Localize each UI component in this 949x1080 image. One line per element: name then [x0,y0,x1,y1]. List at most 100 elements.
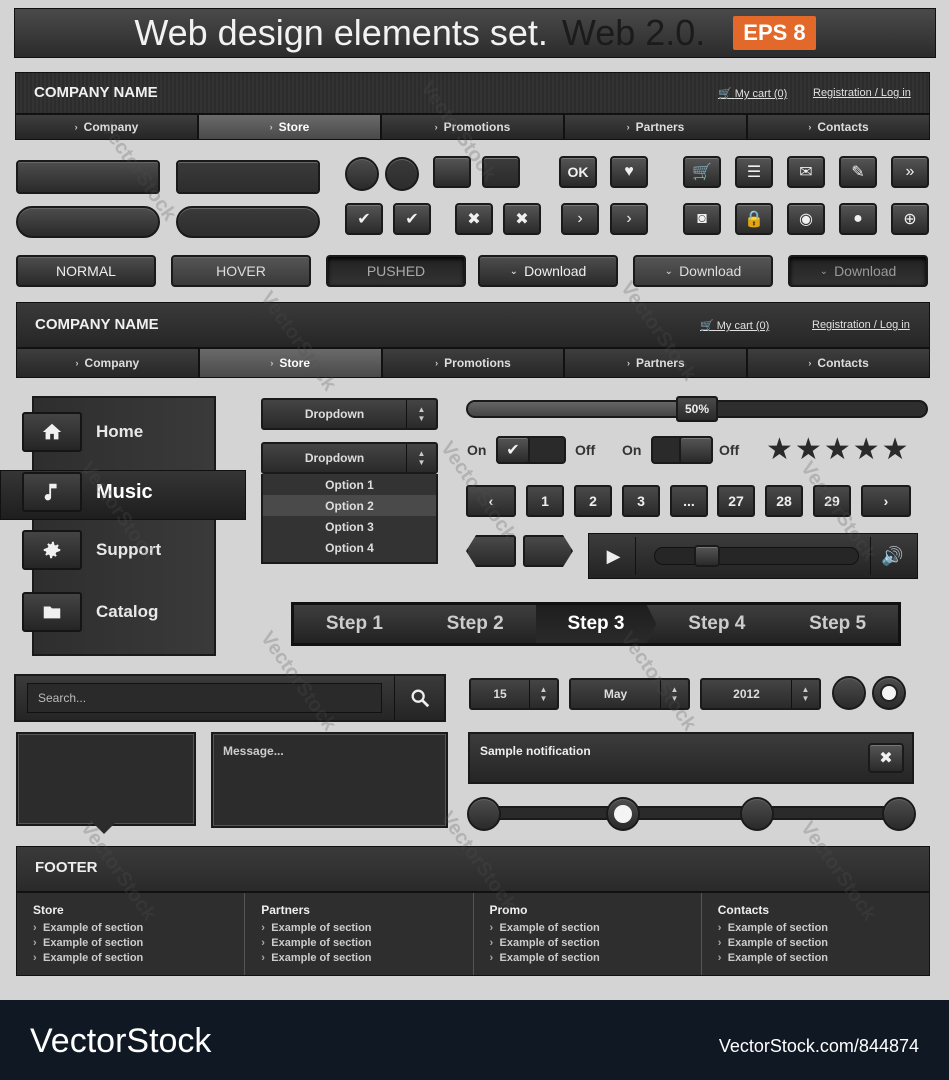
nav-item-company[interactable]: › Company [16,348,199,378]
heart-button[interactable]: ♥ [610,156,648,188]
dropdown-option[interactable]: Option 4 [263,537,436,558]
page-button[interactable]: 1 [526,485,564,517]
pill-button[interactable] [176,206,320,238]
message-textarea[interactable]: Message... [211,732,448,828]
dropdown-closed[interactable]: Dropdown ▲ ▼ [261,398,438,430]
track-node[interactable] [882,797,916,831]
register-link[interactable]: Registration / Log in [812,319,910,331]
slider-handle[interactable]: 50% [676,396,718,422]
dropdown-option-selected[interactable]: Option 2 [263,495,436,516]
page-button[interactable]: 29 [813,485,851,517]
footer-link[interactable]: Example of section [718,951,913,966]
edit-button[interactable]: ✎ [839,156,877,188]
arrow-right-button[interactable] [523,535,573,567]
page-button[interactable]: 3 [622,485,660,517]
download-button[interactable]: ⌄ Download [478,255,618,287]
star-icon[interactable]: ★ [853,433,882,466]
day-spinner[interactable]: 15 ▲ ▼ [469,678,559,710]
footer-link[interactable]: Example of section [33,921,228,936]
close-button[interactable]: ✖ [503,203,541,235]
next-page-button[interactable]: › [861,485,911,517]
footer-link[interactable]: Example of section [490,921,685,936]
star-icon[interactable]: ★ [795,433,824,466]
globe-button[interactable]: ⊕ [891,203,929,235]
normal-button[interactable]: NORMAL [16,255,156,287]
search-button[interactable] [394,676,444,720]
square-button[interactable] [433,156,471,188]
radio-button-selected[interactable] [872,676,906,710]
prev-page-button[interactable]: ‹ [466,485,516,517]
next-button[interactable]: › [561,203,599,235]
user-button[interactable]: ● [839,203,877,235]
star-icon[interactable]: ★ [882,433,911,466]
notification-close-button[interactable]: ✖ [868,743,904,773]
toggle-switch[interactable]: ✔ [496,436,566,464]
side-item-catalog[interactable]: Catalog [0,592,158,632]
footer-link[interactable]: Example of section [261,921,456,936]
register-link[interactable]: Registration / Log in [813,87,911,99]
rss-button[interactable]: ☰ [735,156,773,188]
star-icon[interactable]: ★ [766,433,795,466]
view-button[interactable]: ◉ [787,203,825,235]
track-node[interactable] [467,797,501,831]
step-item-active[interactable]: Step 3 [535,605,657,643]
step-item[interactable]: Step 1 [294,613,415,635]
nav-item-contacts[interactable]: › Contacts [747,348,930,378]
cart-button[interactable]: 🛒 [683,156,721,188]
footer-link[interactable]: Example of section [718,921,913,936]
plain-button[interactable] [176,160,320,194]
footer-link[interactable]: Example of section [33,936,228,951]
step-item[interactable]: Step 2 [415,613,536,635]
camera-button[interactable]: ◙ [683,203,721,235]
nav-item-partners[interactable]: › Partners [564,114,747,140]
speech-bubble-box[interactable] [16,732,196,826]
star-icon[interactable]: ★ [824,433,853,466]
play-button[interactable]: ▶ [592,537,636,575]
volume-button[interactable]: 🔊 [870,537,914,575]
side-item-home[interactable]: Home [0,412,143,452]
arrow-left-button[interactable] [466,535,516,567]
download-button-hover[interactable]: ⌄ Download [633,255,773,287]
footer-link[interactable]: Example of section [261,951,456,966]
nav-item-store[interactable]: › Store [198,114,381,140]
footer-link[interactable]: Example of section [261,936,456,951]
pushed-button[interactable]: PUSHED [326,255,466,287]
dropdown-option[interactable]: Option 1 [263,474,436,495]
star-rating[interactable]: ★★★★★ [766,432,911,467]
dropdown-option[interactable]: Option 3 [263,516,436,537]
expand-button[interactable]: » [891,156,929,188]
dropdown-open[interactable]: Dropdown ▲ ▼ [261,442,438,474]
square-button[interactable] [482,156,520,188]
plain-button[interactable] [16,160,160,194]
cart-link[interactable]: 🛒 My cart (0) [718,87,787,100]
page-button[interactable]: 27 [717,485,755,517]
check-button[interactable]: ✔ [393,203,431,235]
side-item-music[interactable]: Music [0,472,153,512]
page-button[interactable]: 28 [765,485,803,517]
nav-item-promotions[interactable]: › Promotions [381,348,565,378]
page-button[interactable]: 2 [574,485,612,517]
nav-item-contacts[interactable]: › Contacts [747,114,930,140]
radio-button[interactable] [832,676,866,710]
close-button[interactable]: ✖ [455,203,493,235]
lock-button[interactable]: 🔒 [735,203,773,235]
nav-item-store[interactable]: › Store [198,348,382,378]
pill-button[interactable] [16,206,160,238]
footer-link[interactable]: Example of section [490,951,685,966]
hover-button[interactable]: HOVER [171,255,311,287]
footer-link[interactable]: Example of section [718,936,913,951]
cart-link[interactable]: 🛒 My cart (0) [700,319,769,332]
side-item-support[interactable]: Support [0,530,161,570]
nav-item-promotions[interactable]: › Promotions [381,114,564,140]
month-spinner[interactable]: May ▲ ▼ [569,678,690,710]
track-node-active[interactable] [606,797,640,831]
nav-item-company[interactable]: › Company [15,114,198,140]
year-spinner[interactable]: 2012 ▲ ▼ [700,678,821,710]
check-button[interactable]: ✔ [345,203,383,235]
step-item[interactable]: Step 4 [656,613,777,635]
footer-link[interactable]: Example of section [490,936,685,951]
footer-link[interactable]: Example of section [33,951,228,966]
media-seekbar[interactable] [654,547,859,565]
toggle-switch[interactable] [651,436,713,464]
nav-item-partners[interactable]: › Partners [564,348,748,378]
